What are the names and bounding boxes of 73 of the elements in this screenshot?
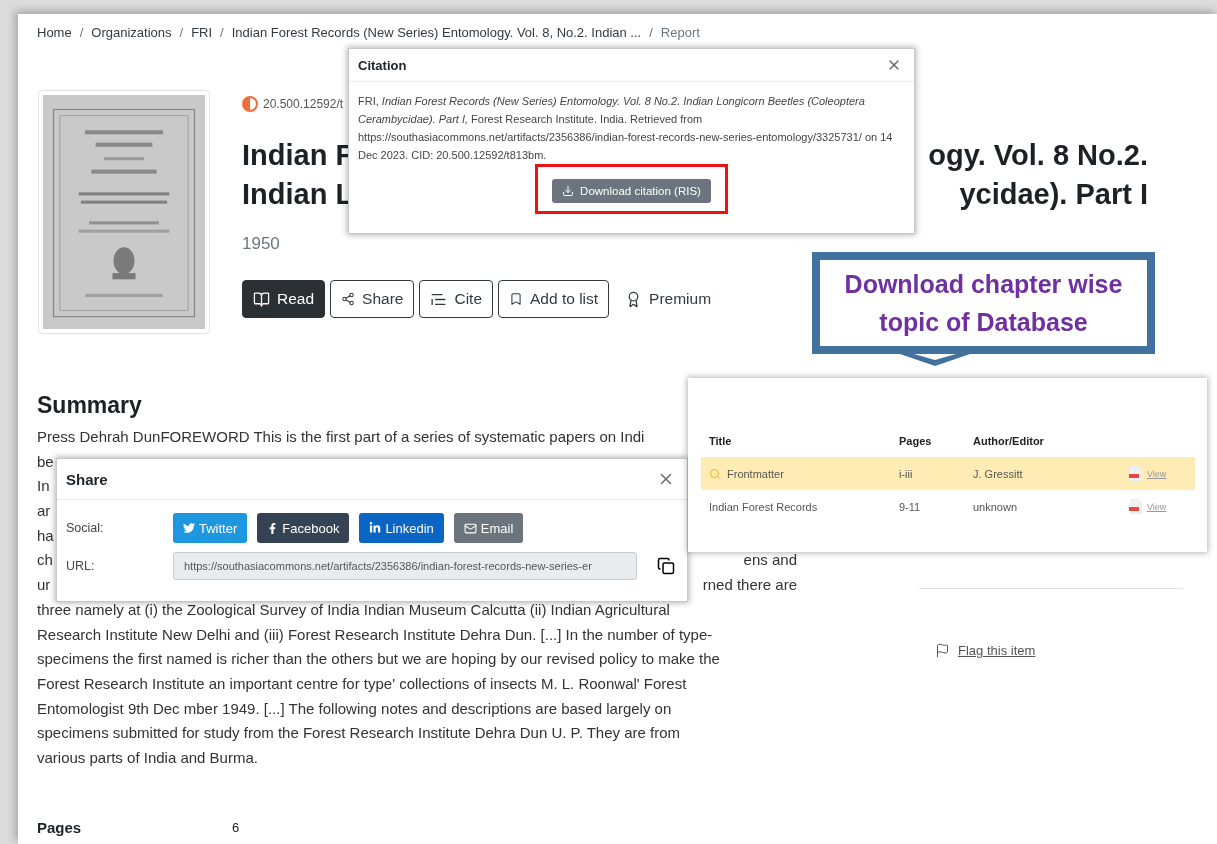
summary-text: ens and: [743, 550, 797, 571]
detail-value: 6: [232, 819, 240, 835]
summary-text: three namely at (i) the Zoological Survey of India Indian Museum Calcutta (ii) Indian Agricultural: [37, 599, 670, 620]
flag-link[interactable]: Flag this item: [935, 643, 1183, 658]
field-label: URL:: [66, 559, 96, 573]
callout-pointer: [900, 354, 970, 366]
action-button[interactable]: Read: [242, 280, 326, 318]
column-header: Title: [709, 434, 733, 447]
summary-text: Forest Research Institute an important centre for type' collections of insects M. L. Roonwal' Forest: [37, 673, 687, 694]
summary-text: specimens the first named is richer than the others but we are hoping by our revised policy to make the: [37, 649, 720, 670]
column-header: Author/Editor: [973, 434, 1045, 447]
doi-text: 20.500.12592/t: [263, 97, 344, 111]
summary-text: rned there are: [702, 575, 797, 596]
flag-icon: [935, 643, 950, 658]
summary-text: In: [37, 476, 50, 497]
table-cell: Frontmatter: [709, 467, 899, 480]
callout: Download chapter wise topic of Database: [812, 252, 1155, 354]
summary-text: ur: [37, 575, 51, 596]
social-share-button[interactable]: Email: [453, 513, 524, 543]
summary-text: Press Dehrah DunFOREWORD This is the first part of a series of systematic papers on Indi: [37, 427, 645, 447]
pdf-file-icon: [1129, 499, 1142, 514]
dialog-title: Citation: [358, 57, 407, 73]
social-share-button[interactable]: Facebook: [257, 513, 350, 543]
social-share-button[interactable]: Linkedin: [359, 513, 444, 543]
summary-text: be: [37, 451, 54, 472]
book-icon: [253, 290, 270, 308]
section-heading: Summary: [37, 392, 143, 419]
breadcrumb-separator: /: [649, 25, 653, 40]
table-cell-text: 9-11: [899, 500, 922, 513]
half-circle-icon: [242, 96, 258, 112]
pdf-file-icon: [1129, 466, 1142, 481]
table-cell-text: i-iii: [899, 467, 914, 480]
column-header: Pages: [899, 434, 933, 447]
dialog-title: Share: [66, 470, 108, 488]
summary-text: various parts of India and Burma.: [37, 747, 258, 768]
chapter-row[interactable]: Frontmatter i-iii J. Gressitt View: [701, 457, 1195, 490]
breadcrumb-separator: /: [179, 25, 184, 40]
item-title: ycidae). Part I: [959, 177, 1148, 212]
field-label: Social:: [66, 521, 105, 535]
table-cell-text: Indian Forest Records: [709, 500, 819, 513]
breadcrumb-link[interactable]: Indian Forest Records (New Series) Entomology. Vol. 8, No.2. Indian ...: [231, 25, 642, 40]
breadcrumb-separator: /: [79, 25, 84, 40]
citation-text: FRI, Indian Forest Records (New Series) Entomology. Vol. 8 No.2. Indian Longicorn Beetles (Coleoptera Cerambycidae). Part I, Forest Research Institute. India. Retrieved from https://southasiacommons.net/artifacts/2356386/indian-forest-records-new-series-entomology/3325731/ on 14 Dec 2023. CID: 20.500.12592/t813bm.: [358, 94, 894, 163]
bird-icon: [183, 522, 195, 534]
copy-button[interactable]: [657, 557, 675, 575]
mail-icon: [463, 521, 477, 535]
action-button[interactable]: Add to list: [498, 280, 610, 318]
action-button[interactable]: Cite: [419, 280, 493, 318]
table-cell-text: J. Gressitt: [973, 467, 1024, 480]
table-cell-text: unknown: [973, 500, 1019, 513]
breadcrumb-link[interactable]: Home: [37, 25, 72, 40]
summary-text: Research Institute New Delhi and (iii) Forest Research Institute Dehra Dun. [...] In the number of type-: [37, 624, 713, 645]
action-button[interactable]: Share: [330, 280, 415, 318]
chapter-row[interactable]: Indian Forest Records 9-11 unknown View: [701, 490, 1195, 523]
breadcrumb-current: Report: [660, 25, 700, 40]
summary-text: Entomologist 9th Dec mber 1949. [...] The following notes and descriptions are based largely on: [37, 698, 672, 719]
item-title: ogy. Vol. 8 No.2.: [928, 138, 1148, 173]
share-icon: [341, 292, 356, 306]
detail-label: Pages: [37, 818, 83, 836]
linkedin-icon: [369, 522, 382, 534]
search-icon: [709, 467, 721, 480]
summary-text: ch: [37, 550, 53, 571]
breadcrumb-link[interactable]: FRI: [191, 25, 213, 40]
summary-text: specimens submitted for study from the Forest Research Institute Dehra Dun U. P. They are from: [37, 723, 681, 744]
download-citation-button[interactable]: Download citation (RIS): [552, 179, 711, 203]
breadcrumb-separator: /: [220, 25, 224, 40]
breadcrumb-link[interactable]: Organizations: [91, 25, 172, 40]
year-text: 1950: [242, 234, 281, 254]
bookmark-icon: [509, 292, 523, 306]
summary-text: ar: [37, 501, 51, 522]
download-icon: [562, 185, 575, 197]
url-field[interactable]: https://southasiacommons.net/artifacts/2356386/indian-forest-records-new-series-er: [173, 552, 637, 580]
summary-text: ha: [37, 525, 54, 546]
